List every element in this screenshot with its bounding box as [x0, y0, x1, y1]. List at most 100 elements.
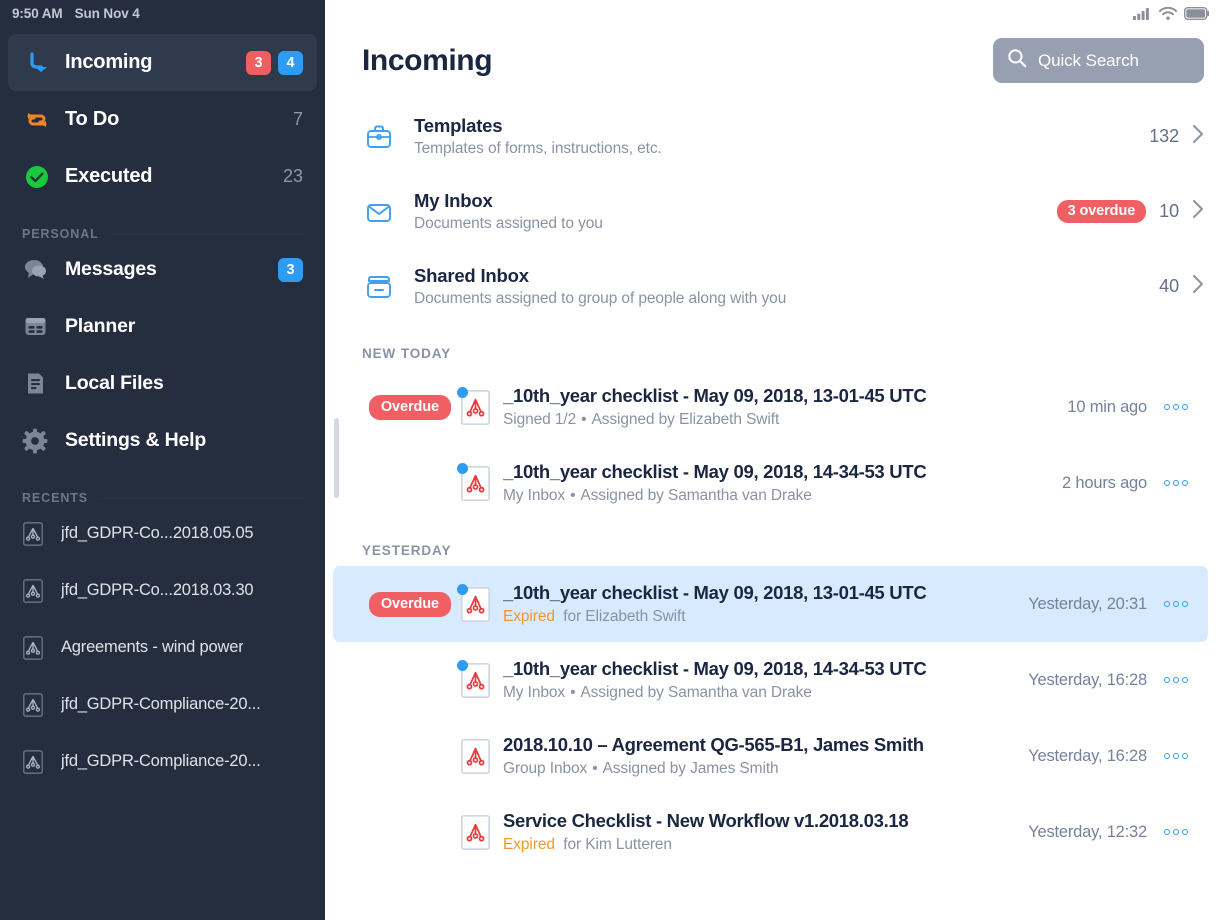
- chat-bubble-icon: [22, 257, 48, 283]
- document-title: 2018.10.10 – Agreement QG-565-B1, James …: [503, 734, 924, 755]
- sidebar-item-todo[interactable]: To Do 7: [8, 91, 317, 148]
- document-row[interactable]: Overdue _10th_year checklist - May 09, 2…: [333, 369, 1208, 445]
- document-row[interactable]: _10th_year checklist - May 09, 2018, 14-…: [333, 445, 1208, 521]
- group-label-new-today: NEW TODAY: [362, 346, 452, 361]
- document-assignee: Assigned by Samantha van Drake: [580, 487, 812, 504]
- document-list-new-today: Overdue _10th_year checklist - May 09, 2…: [325, 369, 1224, 521]
- folder-texts: My Inbox Documents assigned to you: [414, 190, 1057, 233]
- recent-file-item[interactable]: jfd_GDPR-Co...2018.05.05: [0, 505, 325, 562]
- recents-section-header: RECENTS: [0, 491, 325, 505]
- recent-file-item[interactable]: Agreements - wind power: [0, 619, 325, 676]
- document-timestamp: Yesterday, 12:32: [1028, 822, 1147, 841]
- document-icon: [22, 371, 48, 397]
- recent-file-item[interactable]: jfd_GDPR-Co...2018.03.30: [0, 562, 325, 619]
- document-list-yesterday: Overdue _10th_year checklist - May 09, 2…: [325, 566, 1224, 870]
- pdf-icon: [461, 814, 490, 850]
- document-status-area: [353, 659, 503, 698]
- recent-file-item[interactable]: jfd_GDPR-Compliance-20...: [0, 676, 325, 733]
- sidebar-item-label: Messages: [65, 258, 157, 280]
- folder-row-my-inbox[interactable]: My Inbox Documents assigned to you 3 ove…: [325, 174, 1224, 249]
- more-options-icon[interactable]: [1164, 480, 1188, 486]
- folder-subtitle: Documents assigned to group of people al…: [414, 290, 787, 307]
- document-meta: Yesterday, 16:28: [1028, 747, 1188, 766]
- separator-dot: •: [581, 411, 587, 428]
- more-options-icon[interactable]: [1164, 404, 1188, 410]
- folder-texts: Shared Inbox Documents assigned to group…: [414, 265, 1159, 308]
- more-options-icon[interactable]: [1164, 829, 1188, 835]
- sidebar-item-executed[interactable]: Executed 23: [8, 148, 317, 205]
- incoming-arrow-icon: [22, 48, 52, 78]
- primary-nav: Incoming 3 4 To Do 7 Executed 23: [0, 26, 325, 205]
- unread-dot-icon: [457, 659, 468, 671]
- more-options-icon[interactable]: [1164, 601, 1188, 607]
- folder-meta: 132: [1149, 124, 1204, 149]
- sidebar-item-label: Executed: [65, 165, 153, 187]
- folder-title: My Inbox: [414, 190, 493, 211]
- document-subtitle: Expired for Kim Lutteren: [503, 836, 1028, 854]
- divider: [100, 497, 305, 499]
- main-panel: Incoming Quick Search Templates Template…: [325, 0, 1224, 920]
- document-assignee: for Elizabeth Swift: [563, 608, 686, 625]
- document-title: _10th_year checklist - May 09, 2018, 13-…: [503, 385, 927, 406]
- document-thumbnail: [457, 659, 490, 698]
- document-timestamp: Yesterday, 16:28: [1028, 670, 1147, 689]
- document-status-area: Overdue: [353, 583, 503, 622]
- folder-row-shared-inbox[interactable]: Shared Inbox Documents assigned to group…: [325, 249, 1224, 324]
- unread-dot-icon: [457, 386, 468, 398]
- folder-list: Templates Templates of forms, instructio…: [325, 83, 1224, 324]
- sidebar-item-settings-help[interactable]: Settings & Help: [0, 412, 325, 469]
- document-title: _10th_year checklist - May 09, 2018, 14-…: [503, 461, 927, 482]
- pdf-icon: [22, 521, 44, 547]
- document-title: _10th_year checklist - May 09, 2018, 13-…: [503, 582, 927, 603]
- document-timestamp: 10 min ago: [1067, 397, 1147, 416]
- sidebar-item-planner[interactable]: Planner: [0, 298, 325, 355]
- overdue-tag: Overdue: [368, 591, 451, 617]
- pdf-icon: [461, 738, 490, 774]
- recent-file-label: jfd_GDPR-Co...2018.03.30: [61, 581, 254, 599]
- inbox-open-icon: [362, 195, 396, 229]
- main-scrollbar[interactable]: [334, 418, 339, 498]
- document-thumbnail: [457, 386, 490, 425]
- sidebar-item-local-files[interactable]: Local Files: [0, 355, 325, 412]
- document-timestamp: 2 hours ago: [1062, 473, 1147, 492]
- folder-count: 132: [1149, 126, 1179, 146]
- executed-count: 23: [282, 166, 303, 186]
- inbox-drawer-icon: [362, 270, 396, 304]
- document-thumbnail: [457, 583, 490, 622]
- document-location: My Inbox: [503, 487, 566, 504]
- pdf-icon: [22, 635, 44, 661]
- folder-row-templates[interactable]: Templates Templates of forms, instructio…: [325, 99, 1224, 174]
- cellular-signal-icon: [1133, 7, 1152, 20]
- chevron-right-icon[interactable]: [1192, 124, 1204, 149]
- main-header: Incoming Quick Search: [325, 26, 1224, 83]
- chevron-right-icon[interactable]: [1192, 274, 1204, 299]
- document-meta: Yesterday, 20:31: [1028, 595, 1188, 614]
- sidebar-item-label: Local Files: [65, 372, 164, 394]
- sidebar-item-messages[interactable]: Messages 3: [0, 241, 325, 298]
- document-subtitle: My Inbox • Assigned by Samantha van Drake: [503, 487, 1062, 505]
- more-options-icon[interactable]: [1164, 753, 1188, 759]
- pdf-icon: [22, 749, 44, 775]
- document-row[interactable]: Service Checklist - New Workflow v1.2018…: [333, 794, 1208, 870]
- document-status-area: [353, 462, 503, 501]
- group-label-yesterday: YESTERDAY: [362, 543, 452, 558]
- folder-texts: Templates Templates of forms, instructio…: [414, 115, 1149, 158]
- document-row-selected[interactable]: Overdue _10th_year checklist - May 09, 2…: [333, 566, 1208, 642]
- personal-nav: Messages 3 Planner Local Files Settings …: [0, 241, 325, 469]
- document-row[interactable]: _10th_year checklist - May 09, 2018, 14-…: [333, 642, 1208, 718]
- recent-file-label: Agreements - wind power: [61, 638, 244, 656]
- document-texts: _10th_year checklist - May 09, 2018, 13-…: [503, 385, 1067, 429]
- document-thumbnail: [461, 814, 490, 850]
- quick-search-input[interactable]: Quick Search: [993, 38, 1204, 83]
- more-options-icon[interactable]: [1164, 677, 1188, 683]
- chevron-right-icon[interactable]: [1192, 199, 1204, 224]
- document-row[interactable]: 2018.10.10 – Agreement QG-565-B1, James …: [333, 718, 1208, 794]
- sidebar-item-incoming[interactable]: Incoming 3 4: [8, 34, 317, 91]
- document-texts: _10th_year checklist - May 09, 2018, 14-…: [503, 658, 1028, 702]
- unread-dot-icon: [457, 583, 468, 595]
- recent-file-item[interactable]: jfd_GDPR-Compliance-20...: [0, 733, 325, 790]
- folder-overdue-badge: 3 overdue: [1056, 200, 1147, 223]
- document-status-area: Overdue: [353, 386, 503, 425]
- folder-subtitle: Documents assigned to you: [414, 215, 603, 232]
- briefcase-icon: [362, 120, 396, 154]
